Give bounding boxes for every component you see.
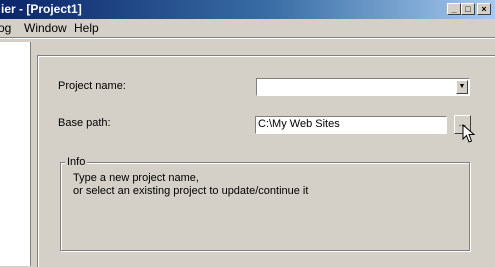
menu-item-window[interactable]: Window <box>24 21 67 35</box>
maximize-button[interactable]: □ <box>461 3 475 15</box>
menu-bar: og Window Help <box>0 19 495 37</box>
info-text-line-1: Type a new project name, <box>73 172 199 184</box>
close-button[interactable]: × <box>477 3 491 15</box>
project-name-combobox[interactable]: ▼ <box>256 78 470 96</box>
project-tree-pane[interactable] <box>0 42 31 266</box>
menu-separator <box>0 37 495 39</box>
info-text-line-2: or select an existing project to update/… <box>73 185 309 197</box>
menu-item-help[interactable]: Help <box>74 21 99 35</box>
title-bar[interactable]: ier - [Project1] _ □ × <box>0 0 495 19</box>
mouse-pointer-icon <box>462 124 476 143</box>
chevron-down-icon[interactable]: ▼ <box>456 80 468 94</box>
menu-item-log[interactable]: og <box>0 21 11 35</box>
info-group-label: Info <box>65 156 88 168</box>
base-path-label: Base path: <box>58 117 111 129</box>
window-title: ier - [Project1] <box>1 2 82 16</box>
base-path-input[interactable]: C:\My Web Sites <box>255 116 447 134</box>
minimize-button[interactable]: _ <box>447 3 461 15</box>
project-name-label: Project name: <box>58 80 126 92</box>
